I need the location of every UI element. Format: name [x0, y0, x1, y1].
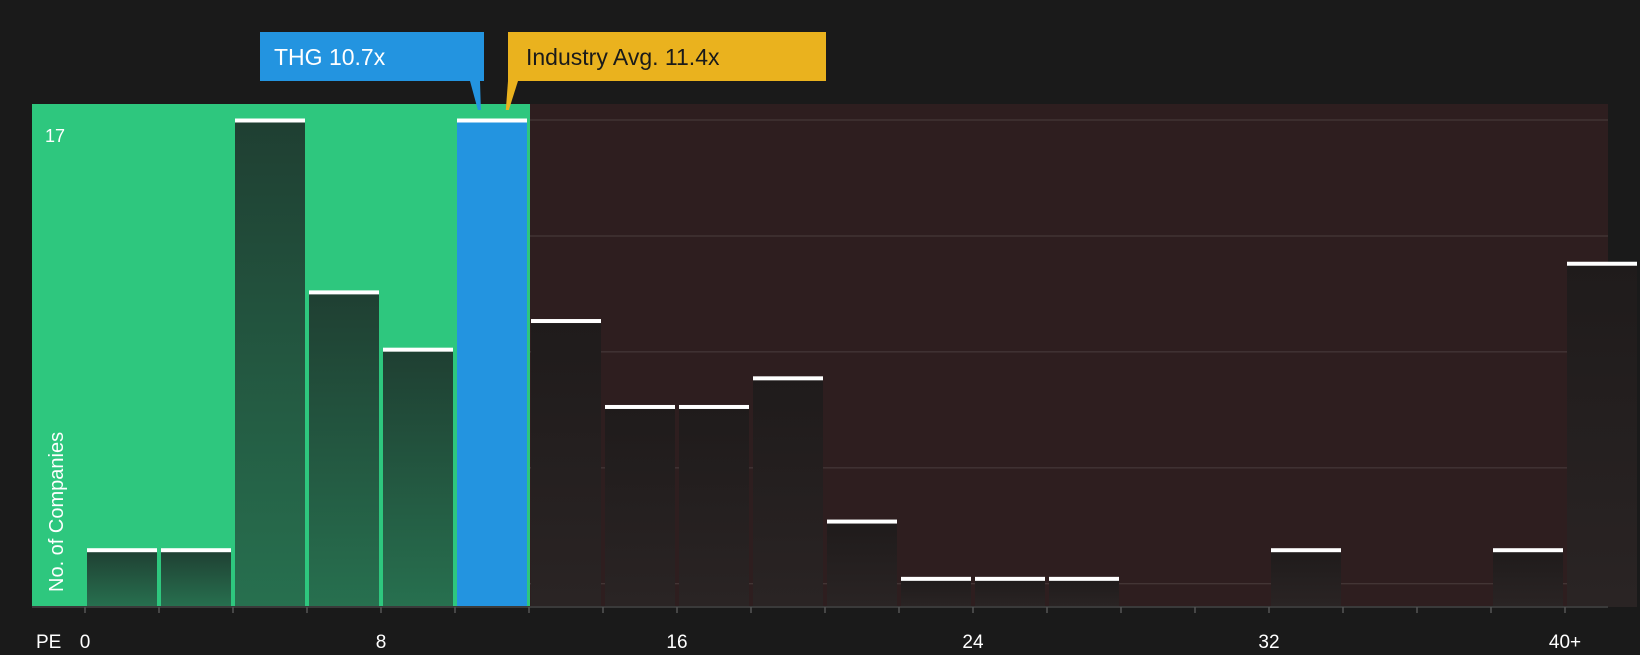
histogram-bar	[235, 120, 305, 607]
bar-cap	[235, 118, 305, 123]
histogram-bar	[309, 291, 379, 607]
histogram-bar	[457, 120, 527, 607]
bar-cap	[309, 290, 379, 295]
histogram-bar	[531, 320, 601, 607]
histogram-bar	[605, 406, 675, 607]
bar-cap	[679, 404, 749, 409]
y-axis-label: No. of Companies	[46, 432, 68, 592]
histogram-bar	[87, 549, 157, 607]
histogram-bar	[753, 377, 823, 607]
histogram-bar	[1493, 549, 1563, 607]
bar-cap	[1049, 576, 1119, 581]
x-tick-label: 8	[376, 632, 387, 650]
bar-cap	[531, 319, 601, 324]
x-axis-label: PE	[36, 632, 61, 650]
bar-cap	[1567, 261, 1637, 266]
bar-cap	[383, 347, 453, 352]
histogram-bar	[901, 578, 971, 607]
x-axis: 0 8 16 24 32 40+	[32, 606, 1608, 653]
x-tick-label: 16	[666, 632, 687, 650]
chart-svg: 0 8 16 24 32 40+ 17 No. of Companies PE THG 1…	[32, 32, 1637, 653]
histogram-bar	[383, 349, 453, 607]
histogram-bar	[1049, 578, 1119, 607]
x-tick-label: 0	[80, 632, 91, 650]
bar-cap	[827, 519, 897, 524]
bar-cap	[901, 576, 971, 581]
histogram-bar	[161, 549, 231, 607]
histogram-bar	[827, 521, 897, 607]
bar-cap	[975, 576, 1045, 581]
x-tick-label: 24	[962, 632, 984, 650]
x-tick-label: 40+	[1549, 632, 1581, 650]
pe-distribution-chart: 0 8 16 24 32 40+ 17 No. of Companies PE THG 1…	[0, 0, 1640, 653]
bar-cap	[753, 376, 823, 381]
histogram-bar	[975, 578, 1045, 607]
histogram-bar	[1271, 549, 1341, 607]
industry-label: Industry Avg. 11.4x	[526, 44, 720, 70]
bar-cap	[1493, 548, 1563, 553]
bar-cap	[161, 548, 231, 553]
histogram-bar	[1567, 263, 1637, 607]
value-markers: THG 10.7x Industry Avg. 11.4x	[260, 32, 826, 110]
y-top-label: 17	[45, 126, 65, 146]
histogram-bar	[679, 406, 749, 607]
bar-cap	[1271, 548, 1341, 553]
company-label: THG 10.7x	[274, 44, 386, 70]
bar-cap	[87, 548, 157, 553]
bar-cap	[605, 404, 675, 409]
x-tick-label: 32	[1258, 632, 1279, 650]
bar-cap	[457, 118, 527, 123]
